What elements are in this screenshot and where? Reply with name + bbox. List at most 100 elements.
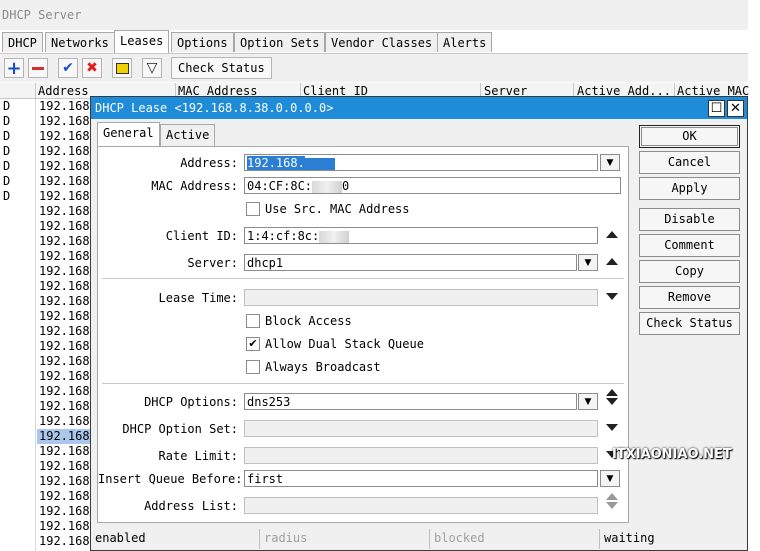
row-address: 192.168 [39, 519, 90, 533]
general-form: Address: 192.168. ▼ MAC Address: 04:CF:8… [97, 146, 629, 523]
insert-queue-before-dropdown-icon[interactable]: ▼ [600, 470, 620, 487]
dhcp-options-down-icon[interactable] [606, 398, 618, 405]
table-row[interactable]: 192.168 [0, 504, 92, 519]
table-row[interactable]: 192.168 [0, 444, 92, 459]
tab-dhcp[interactable]: DHCP [2, 32, 43, 52]
table-row[interactable]: 192.168 [0, 249, 92, 264]
table-row[interactable]: 192.168 [0, 324, 92, 339]
table-row[interactable]: 192.168 [0, 219, 92, 234]
check-status-dialog-button[interactable]: Check Status [639, 312, 740, 335]
check-status-button[interactable]: Check Status [171, 57, 272, 79]
tab-vendor-classes[interactable]: Vendor Classes [325, 32, 439, 52]
table-row[interactable]: 192.168 [0, 519, 92, 534]
table-row[interactable]: D 192.168 [0, 129, 92, 144]
lease-time-field[interactable] [244, 289, 598, 306]
tab-option-sets[interactable]: Option Sets [234, 32, 326, 52]
rate-limit-field[interactable] [244, 447, 598, 464]
always-broadcast-checkbox[interactable] [246, 360, 260, 374]
table-row[interactable]: 192.168 [0, 459, 92, 474]
row-flag: D [3, 144, 11, 158]
tab-alerts[interactable]: Alerts [437, 32, 493, 52]
comment-button[interactable]: Comment [639, 234, 740, 257]
dialog-titlebar[interactable]: DHCP Lease <192.168.8.38.0.0.0.0> ☐ ✕ [91, 97, 747, 119]
table-row[interactable]: 192.168 [0, 234, 92, 249]
mac-address-field[interactable]: 04:CF:8C: 0 [244, 177, 621, 194]
client-id-field[interactable]: 1:4:cf:8c: [244, 227, 598, 244]
table-row[interactable]: 192.168 [0, 429, 92, 444]
table-row[interactable]: 192.168 [0, 414, 92, 429]
block-access-checkbox[interactable] [246, 314, 260, 328]
allow-dual-stack-queue-label: Allow Dual Stack Queue [265, 337, 424, 351]
client-id-up-icon[interactable] [606, 231, 618, 238]
table-row[interactable]: 192.168 [0, 474, 92, 489]
lease-time-down-icon[interactable] [606, 293, 618, 300]
insert-queue-before-label: Insert Queue Before: [98, 472, 243, 486]
table-row[interactable]: D 192.168 [0, 144, 92, 159]
row-address: 192.168 [39, 324, 90, 338]
server-up-icon[interactable] [606, 258, 618, 265]
table-row[interactable]: 192.168 [0, 489, 92, 504]
dhcp-options-up-icon[interactable] [606, 389, 618, 396]
address-dropdown-icon[interactable]: ▼ [600, 154, 620, 171]
filter-icon[interactable]: ▽ [142, 58, 162, 78]
row-address: 192.168 [39, 444, 90, 458]
table-row[interactable]: 192.168 [0, 309, 92, 324]
remove-button[interactable]: Remove [639, 286, 740, 309]
allow-dual-stack-queue-checkbox[interactable]: ✔ [246, 337, 260, 351]
table-row[interactable]: 192.168 [0, 384, 92, 399]
tab-active[interactable]: Active [160, 124, 216, 146]
table-row[interactable]: 192.168 [0, 264, 92, 279]
lease-list: D 192.168 D 192.168 D 192.168 D 192.168 D 192.168… [0, 99, 92, 551]
table-row[interactable]: 192.168 [0, 354, 92, 369]
client-id-label: Client ID: [165, 229, 238, 243]
ok-button[interactable]: OK [639, 125, 740, 148]
table-row[interactable]: D 192.168 [0, 99, 92, 114]
row-address: 192.168 [39, 294, 90, 308]
address-label: Address: [180, 156, 238, 170]
table-row[interactable]: 192.168 [0, 339, 92, 354]
row-address: 192.168 [39, 309, 90, 323]
server-field[interactable]: dhcp1 [244, 254, 577, 271]
table-row[interactable]: D 192.168 [0, 174, 92, 189]
table-row[interactable]: D 192.168 [0, 114, 92, 129]
table-row[interactable]: D 192.168 [0, 189, 92, 204]
disable-x-icon[interactable]: ✖ [82, 58, 102, 78]
insert-queue-before-field[interactable]: first [244, 470, 598, 487]
tab-options[interactable]: Options [171, 32, 234, 52]
add-icon[interactable]: + [4, 58, 24, 79]
copy-button[interactable]: Copy [639, 260, 740, 283]
table-row[interactable]: 192.168 [0, 534, 92, 549]
tab-networks[interactable]: Networks [45, 32, 115, 52]
address-list-up-icon[interactable] [606, 493, 618, 500]
table-row[interactable]: 192.168 [0, 399, 92, 414]
remove-icon[interactable] [28, 58, 48, 78]
table-row[interactable]: 192.168 [0, 369, 92, 384]
table-row[interactable]: D 192.168 [0, 159, 92, 174]
tab-general[interactable]: General [97, 122, 160, 147]
row-address: 192.168 [39, 459, 90, 473]
apply-button[interactable]: Apply [639, 177, 740, 200]
enable-check-icon[interactable]: ✔ [58, 58, 78, 78]
table-row[interactable]: 192.168 [0, 279, 92, 294]
close-icon[interactable]: ✕ [727, 100, 744, 117]
table-row[interactable]: 192.168 [0, 294, 92, 309]
row-address: 192.168 [39, 114, 90, 128]
cancel-button[interactable]: Cancel [639, 151, 740, 174]
row-address: 192.168 [39, 534, 90, 548]
maximize-icon[interactable]: ☐ [708, 100, 725, 117]
address-list-down-icon[interactable] [606, 502, 618, 509]
comment-icon[interactable] [112, 58, 132, 78]
table-row[interactable]: 192.168 [0, 204, 92, 219]
disable-button[interactable]: Disable [639, 208, 740, 231]
dhcp-option-set-down-icon[interactable] [606, 424, 618, 431]
use-src-mac-checkbox[interactable] [246, 202, 260, 216]
tab-leases[interactable]: Leases [114, 30, 170, 53]
dhcp-option-set-field[interactable] [244, 420, 598, 437]
row-flag: D [3, 99, 11, 113]
column-address[interactable]: Address [38, 84, 89, 98]
server-dropdown-icon[interactable]: ▼ [578, 254, 598, 271]
dhcp-options-dropdown-icon[interactable]: ▼ [578, 393, 598, 410]
address-field[interactable]: 192.168. [244, 154, 598, 171]
dhcp-options-field[interactable]: dns253 [244, 393, 577, 410]
address-list-field[interactable] [244, 497, 598, 514]
